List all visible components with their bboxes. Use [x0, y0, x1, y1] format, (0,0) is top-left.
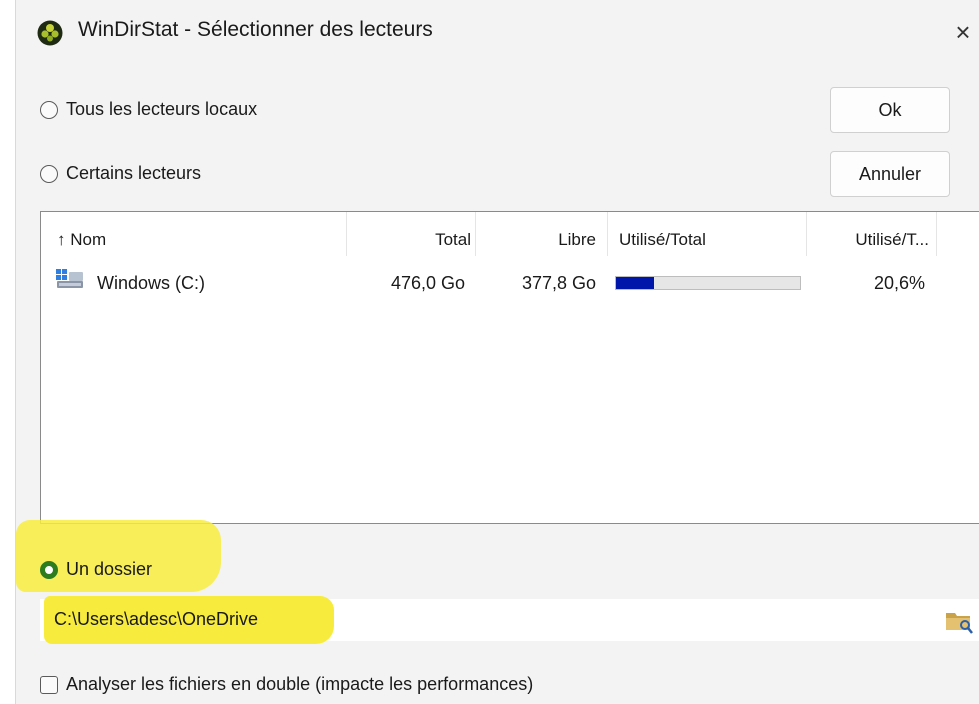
drive-used-percent: 20,6% [873, 273, 925, 293]
windirstat-logo-icon [37, 20, 63, 46]
window-title: WinDirStat - Sélectionner des lecteurs [78, 18, 433, 41]
radio-button-selected-icon[interactable] [40, 560, 58, 579]
column-header-total[interactable]: Total [347, 212, 471, 256]
radio-all-local-drives-label: Tous les lecteurs locaux [66, 99, 258, 119]
radio-some-drives-label: Certains lecteurs [66, 163, 202, 183]
column-header-free[interactable]: Libre [476, 212, 596, 256]
title-bar: WinDirStat - Sélectionner des lecteurs × [16, 0, 979, 62]
drive-total: 476,0 Go [390, 273, 465, 293]
radio-all-local-drives[interactable]: Tous les lecteurs locaux [40, 99, 257, 120]
ok-button[interactable]: Ok [830, 87, 950, 133]
column-divider[interactable] [607, 212, 608, 256]
browse-folder-icon[interactable] [944, 607, 974, 635]
column-header-used-total[interactable]: Utilisé/Total [619, 212, 799, 256]
radio-button-icon[interactable] [40, 164, 58, 183]
usage-bar [615, 276, 801, 290]
highlight-marker [16, 520, 221, 592]
windows-drive-icon [56, 269, 83, 288]
column-header-name[interactable]: ↑ Nom [57, 212, 347, 256]
radio-some-drives[interactable]: Certains lecteurs [40, 163, 201, 184]
close-icon[interactable]: × [948, 14, 978, 50]
cancel-button[interactable]: Annuler [830, 151, 950, 197]
checkbox-icon[interactable] [40, 675, 58, 694]
select-drives-dialog: WinDirStat - Sélectionner des lecteurs ×… [15, 0, 979, 704]
duplicates-checkbox[interactable]: Analyser les fichiers en double (impacte… [40, 674, 533, 695]
column-divider[interactable] [936, 212, 937, 256]
radio-button-icon[interactable] [40, 100, 58, 119]
duplicates-checkbox-label: Analyser les fichiers en double (impacte… [66, 674, 534, 694]
radio-folder[interactable]: Un dossier [40, 559, 152, 580]
folder-path-value[interactable]: C:\Users\adesc\OneDrive [54, 609, 258, 630]
column-header-used-percent[interactable]: Utilisé/T... [807, 212, 929, 256]
radio-folder-label: Un dossier [66, 559, 153, 579]
drive-free: 377,8 Go [521, 273, 596, 293]
drive-list[interactable]: ↑ Nom Total Libre Utilisé/Total Utilisé/… [40, 211, 979, 524]
usage-bar-fill [616, 277, 654, 289]
drive-name: Windows (C:) [97, 273, 206, 293]
